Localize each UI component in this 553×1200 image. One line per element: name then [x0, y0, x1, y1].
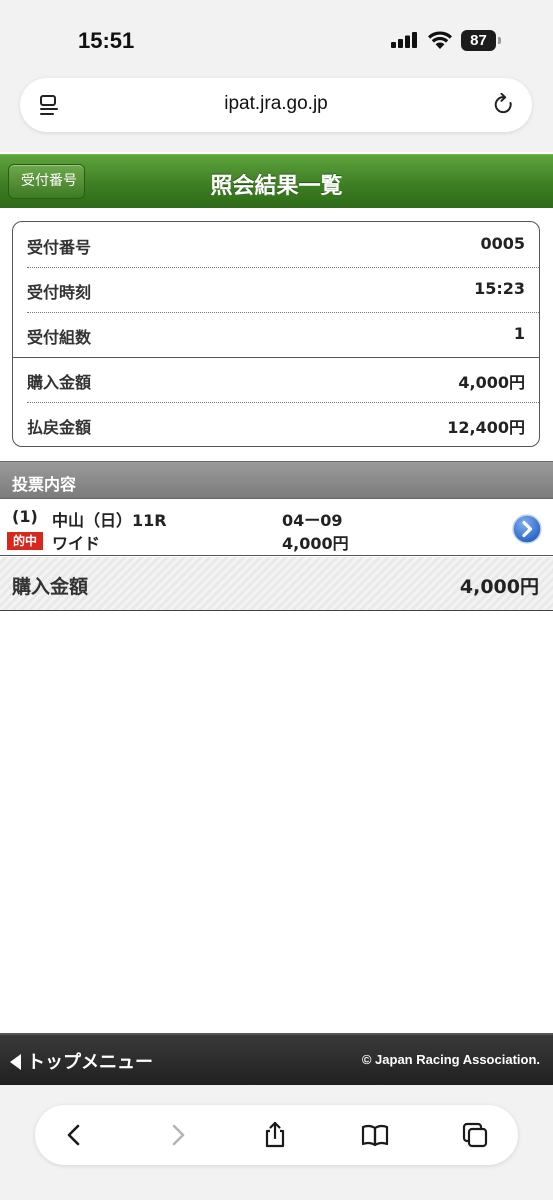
page-header: 受付番号 照会結果一覧	[0, 154, 553, 208]
total-purchase-row: 購入金額 4,000円	[0, 557, 553, 611]
summary-value: 12,400円	[447, 418, 525, 437]
bet-count-row: 受付組数 1	[13, 312, 539, 357]
copyright-text: © Japan Racing Association.	[361, 1052, 540, 1067]
total-label: 購入金額	[12, 576, 89, 598]
purchase-amount-row: 購入金額 4,000円	[13, 357, 539, 402]
page-title: 照会結果一覧	[210, 174, 343, 199]
bet-race: 中山（日）11R	[52, 511, 167, 530]
payout-amount-row: 払戻金額 12,400円	[13, 402, 539, 447]
summary-label: 受付番号	[27, 238, 92, 257]
receipt-time-row: 受付時刻 15:23	[13, 267, 539, 312]
bet-list-item[interactable]: (1) 中山（日）11R 04ー09 的中 ワイド 4,000円	[0, 500, 553, 556]
top-menu-label: トップメニュー	[27, 1052, 153, 1073]
share-icon[interactable]	[261, 1121, 289, 1149]
browser-address-area: ipat.jra.go.jp	[0, 78, 553, 152]
bet-number: (1)	[12, 507, 38, 526]
summary-label: 受付組数	[27, 328, 92, 347]
reload-icon[interactable]	[493, 93, 515, 117]
hit-badge: 的中	[7, 532, 43, 550]
bet-amount: 4,000円	[282, 534, 349, 553]
back-arrow-icon[interactable]	[61, 1121, 89, 1149]
summary-value: 4,000円	[458, 373, 525, 392]
summary-card: 受付番号 0005 受付時刻 15:23 受付組数 1 購入金額 4,000円 …	[12, 221, 540, 447]
bookmarks-icon[interactable]	[361, 1121, 389, 1149]
top-menu-link[interactable]: トップメニュー	[10, 1048, 153, 1074]
browser-toolbar-area	[0, 1085, 553, 1200]
battery-level: 87	[461, 30, 496, 51]
url-text[interactable]: ipat.jra.go.jp	[20, 93, 532, 115]
summary-value: 15:23	[474, 279, 525, 298]
summary-value: 0005	[480, 234, 525, 253]
bet-combination: 04ー09	[282, 511, 343, 530]
battery-tip	[498, 37, 501, 44]
address-bar[interactable]: ipat.jra.go.jp	[20, 78, 532, 132]
chevron-right-circle-icon[interactable]	[512, 514, 542, 544]
cellular-signal-icon	[391, 32, 417, 48]
tabs-icon[interactable]	[461, 1121, 489, 1149]
summary-label: 払戻金額	[27, 418, 92, 437]
wifi-icon	[428, 31, 452, 49]
battery-indicator: 87	[461, 30, 501, 51]
footer-bar: トップメニュー © Japan Racing Association.	[0, 1033, 553, 1085]
summary-label: 受付時刻	[27, 283, 92, 302]
summary-label: 購入金額	[27, 373, 92, 392]
status-time: 15:51	[78, 28, 135, 53]
browser-toolbar	[35, 1105, 518, 1165]
bet-type: ワイド	[52, 534, 101, 553]
forward-arrow-icon[interactable]	[163, 1121, 191, 1149]
status-bar: 15:51 87	[0, 0, 553, 78]
total-value: 4,000円	[459, 576, 539, 598]
arrow-left-icon	[10, 1053, 21, 1070]
bet-content-header: 投票内容	[0, 461, 553, 499]
summary-value: 1	[513, 324, 525, 343]
receipt-number-row: 受付番号 0005	[13, 222, 539, 267]
